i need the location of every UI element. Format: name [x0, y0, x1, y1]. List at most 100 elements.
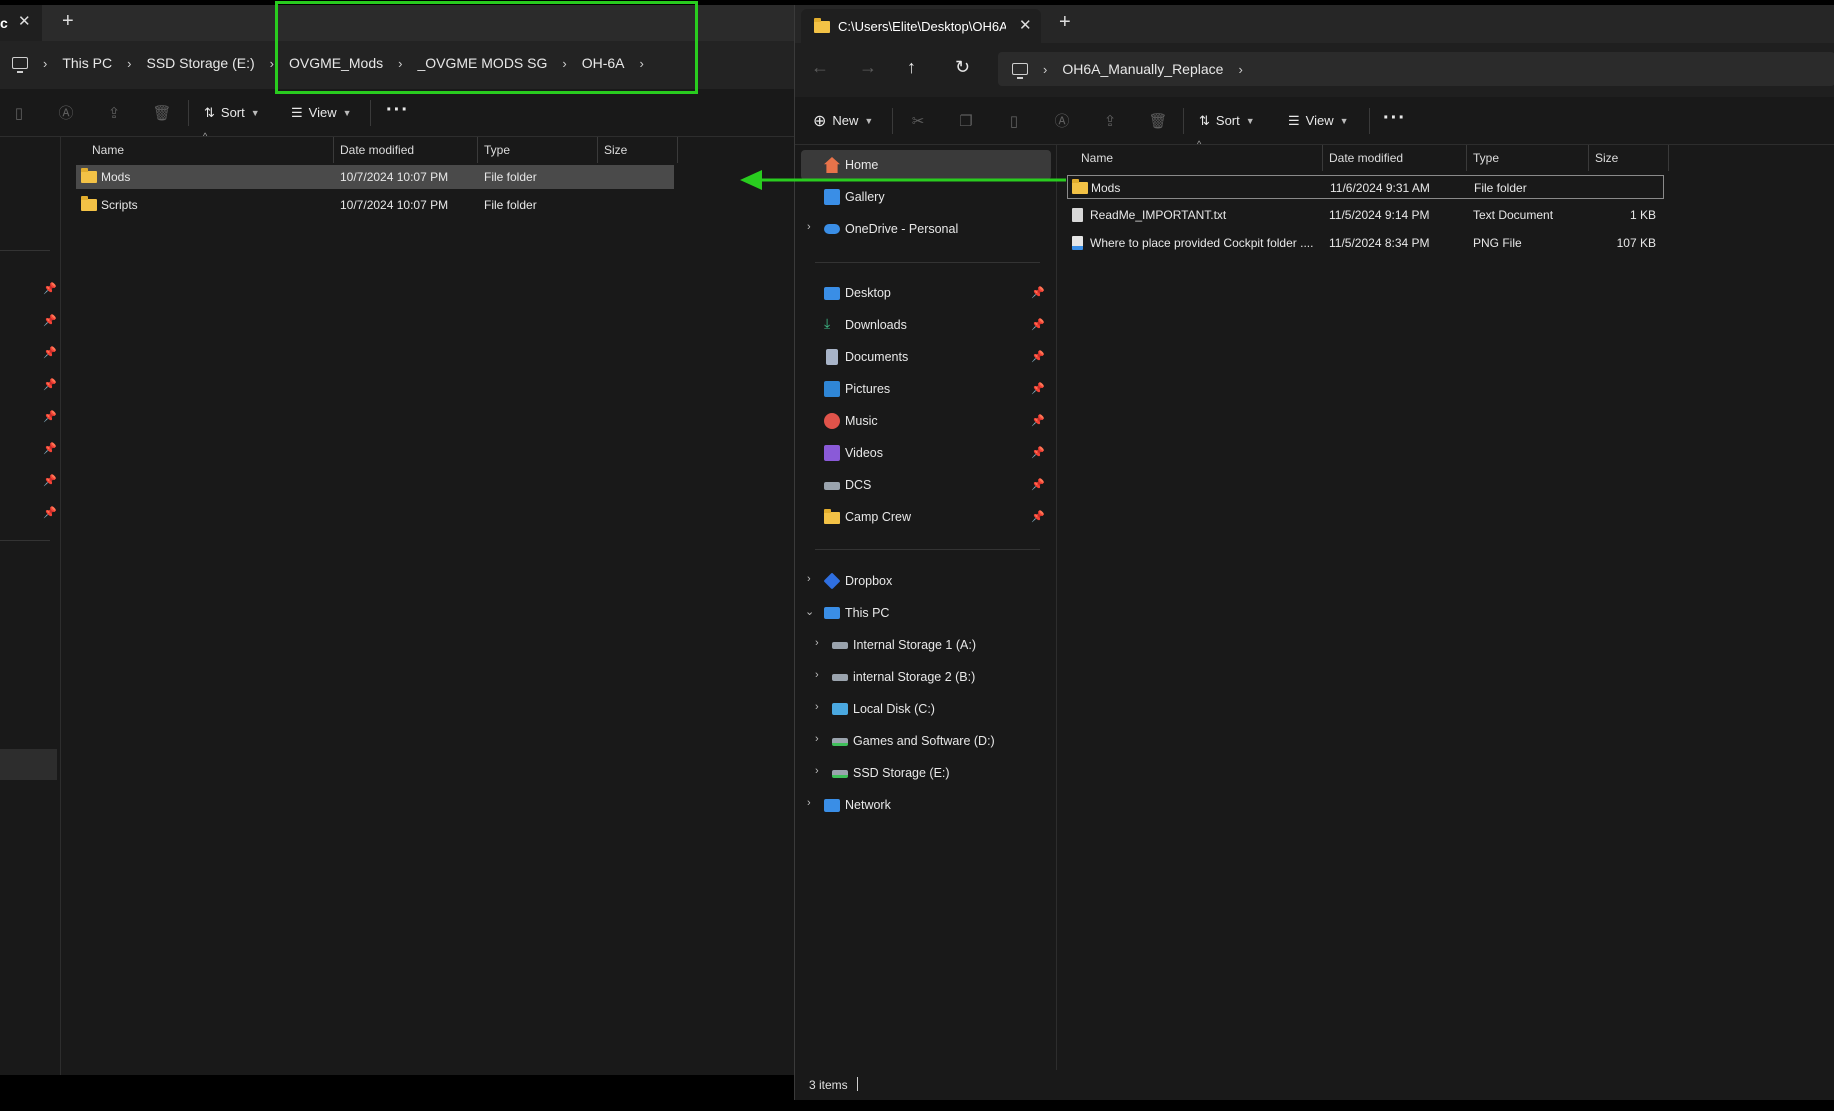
chevron-down-icon[interactable]: ⌄ [805, 605, 814, 618]
pin-icon[interactable]: 📌 [1031, 414, 1045, 427]
sort-button[interactable]: ⇅ Sort ▼ [1199, 113, 1255, 129]
cut-icon[interactable]: ✂ [907, 110, 929, 132]
nav-label: This PC [845, 606, 890, 620]
column-separator[interactable] [1466, 145, 1467, 171]
refresh-icon[interactable]: ↻ [955, 57, 970, 78]
file-name: ReadMe_IMPORTANT.txt [1090, 208, 1227, 222]
chevron-right-icon[interactable]: › [807, 221, 811, 233]
breadcrumb-item[interactable]: OH6A_Manually_Replace [1062, 61, 1223, 77]
paste-icon[interactable]: ▯ [1003, 110, 1025, 132]
back-arrow-icon[interactable]: ← [811, 57, 829, 78]
nav-item-dropbox[interactable]: › Dropbox [801, 566, 1051, 596]
column-header-name[interactable]: Name [1081, 151, 1113, 165]
column-separator[interactable] [333, 137, 334, 163]
pin-icon: 📌 [43, 443, 57, 455]
nav-item-dcs[interactable]: DCS 📌 [801, 470, 1051, 500]
up-arrow-icon[interactable]: ↑ [907, 57, 916, 78]
column-header-size[interactable]: Size [604, 143, 627, 157]
share-icon[interactable]: ⇪ [103, 102, 125, 124]
more-options-icon[interactable]: ··· [1383, 108, 1406, 128]
right-address-bar[interactable]: › OH6A_Manually_Replace › [998, 52, 1834, 86]
nav-label: Videos [845, 446, 883, 460]
left-new-tab-icon[interactable]: + [62, 10, 74, 33]
pin-icon[interactable]: 📌 [1031, 446, 1045, 459]
file-row[interactable]: Mods 11/6/2024 9:31 AM File folder [1067, 175, 1664, 199]
rename-icon[interactable]: Ⓐ [55, 102, 77, 124]
copy-icon[interactable]: ❐ [955, 110, 977, 132]
column-separator[interactable] [597, 137, 598, 163]
chevron-right-icon[interactable]: › [815, 701, 819, 713]
chevron-right-icon[interactable]: › [815, 669, 819, 681]
chevron-right-icon[interactable]: › [1238, 62, 1242, 77]
nav-item-drive-a[interactable]: › Internal Storage 1 (A:) [801, 630, 1051, 660]
nav-item-music[interactable]: Music 📌 [801, 406, 1051, 436]
column-header-name[interactable]: Name [92, 143, 124, 157]
chevron-right-icon[interactable]: › [815, 637, 819, 649]
nav-item-videos[interactable]: Videos 📌 [801, 438, 1051, 468]
chevron-right-icon[interactable]: › [815, 765, 819, 777]
nav-item-desktop[interactable]: Desktop 📌 [801, 278, 1051, 308]
nav-label: Dropbox [845, 574, 893, 588]
file-row[interactable]: Where to place provided Cockpit folder .… [1067, 231, 1664, 255]
file-row[interactable]: Mods 10/7/2024 10:07 PM File folder [76, 165, 674, 189]
column-separator[interactable] [1322, 145, 1323, 171]
column-header-size[interactable]: Size [1595, 151, 1618, 165]
right-tab-close-icon[interactable]: ✕ [1019, 16, 1032, 34]
nav-item-camp-crew[interactable]: Camp Crew 📌 [801, 502, 1051, 532]
nav-item-this-pc[interactable]: ⌄ This PC [801, 598, 1051, 628]
more-options-icon[interactable]: ··· [386, 100, 409, 120]
breadcrumb-item[interactable]: SSD Storage (E:) [146, 55, 254, 71]
nav-item-drive-e[interactable]: › SSD Storage (E:) [801, 758, 1051, 788]
pin-icon[interactable]: 📌 [1031, 318, 1045, 331]
delete-icon[interactable]: 🗑 [1147, 110, 1169, 132]
column-header-type[interactable]: Type [484, 143, 510, 157]
column-separator[interactable] [477, 137, 478, 163]
file-row[interactable]: ReadMe_IMPORTANT.txt 11/5/2024 9:14 PM T… [1067, 203, 1664, 227]
pin-icon[interactable]: 📌 [1031, 382, 1045, 395]
left-explorer-window: c ✕ + › This PC › SSD Storage (E:) › OVG… [0, 5, 796, 1075]
nav-item-downloads[interactable]: ⤓ Downloads 📌 [801, 310, 1051, 340]
chevron-right-icon[interactable]: › [815, 733, 819, 745]
nav-selected-item[interactable] [0, 749, 57, 780]
sort-button[interactable]: ⇅ Sort ▼ [204, 105, 260, 121]
nav-item-pictures[interactable]: Pictures 📌 [801, 374, 1051, 404]
chevron-right-icon[interactable]: › [807, 797, 811, 809]
chevron-right-icon[interactable]: › [1043, 62, 1047, 77]
right-new-tab-icon[interactable]: + [1059, 11, 1071, 34]
share-icon[interactable]: ⇪ [1099, 110, 1121, 132]
chevron-right-icon[interactable]: › [127, 56, 131, 71]
nav-item-network[interactable]: › Network [801, 790, 1051, 820]
column-separator[interactable] [1588, 145, 1589, 171]
this-pc-icon[interactable] [12, 57, 28, 73]
paste-icon[interactable]: ▯ [8, 102, 30, 124]
nav-item-drive-d[interactable]: › Games and Software (D:) [801, 726, 1051, 756]
this-pc-icon[interactable] [1012, 63, 1028, 79]
nav-item-documents[interactable]: Documents 📌 [801, 342, 1051, 372]
left-tab-close-icon[interactable]: ✕ [18, 12, 31, 30]
column-header-date[interactable]: Date modified [340, 143, 414, 157]
column-separator[interactable] [1668, 145, 1669, 171]
column-separator[interactable] [677, 137, 678, 163]
pin-icon[interactable]: 📌 [1031, 350, 1045, 363]
rename-icon[interactable]: Ⓐ [1051, 110, 1073, 132]
left-tab[interactable]: c ✕ [0, 5, 42, 41]
breadcrumb-item[interactable]: This PC [62, 55, 112, 71]
pin-icon[interactable]: 📌 [1031, 510, 1045, 523]
view-button[interactable]: ☰ View ▼ [1288, 113, 1349, 129]
pin-icon[interactable]: 📌 [1031, 478, 1045, 491]
delete-icon[interactable]: 🗑 [151, 102, 173, 124]
chevron-right-icon[interactable]: › [807, 573, 811, 585]
nav-item-drive-c[interactable]: › Local Disk (C:) [801, 694, 1051, 724]
new-button[interactable]: ⊕ New ▼ [813, 111, 873, 131]
chevron-right-icon[interactable]: › [270, 56, 274, 71]
nav-item-onedrive[interactable]: › OneDrive - Personal [801, 214, 1051, 244]
file-row[interactable]: Scripts 10/7/2024 10:07 PM File folder [76, 193, 674, 217]
right-tab[interactable]: C:\Users\Elite\Desktop\OH6A_ ✕ [801, 9, 1041, 43]
chevron-right-icon[interactable]: › [43, 56, 47, 71]
column-header-date[interactable]: Date modified [1329, 151, 1403, 165]
view-button[interactable]: ☰ View ▼ [291, 105, 352, 121]
nav-item-drive-b[interactable]: › internal Storage 2 (B:) [801, 662, 1051, 692]
pin-icon[interactable]: 📌 [1031, 286, 1045, 299]
column-header-type[interactable]: Type [1473, 151, 1499, 165]
forward-arrow-icon[interactable]: → [859, 57, 877, 78]
